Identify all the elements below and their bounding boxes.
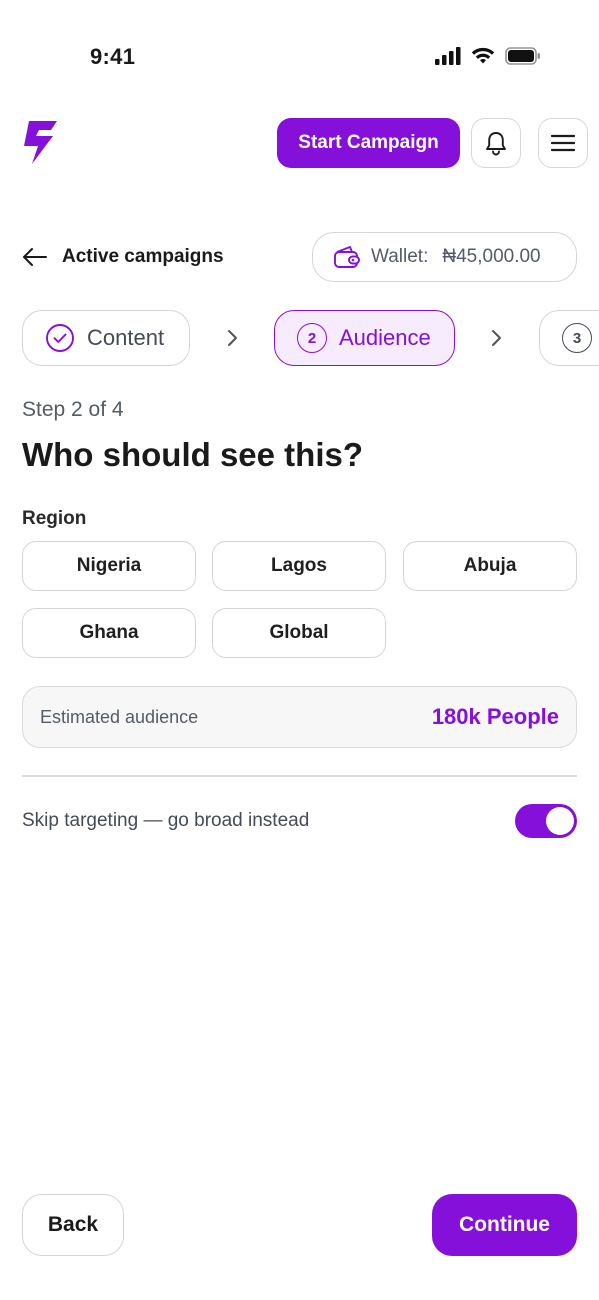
wallet-balance[interactable]: Wallet: ₦45,000.00 <box>312 232 577 282</box>
notifications-button[interactable] <box>471 118 521 168</box>
region-chip-global[interactable]: Global <box>212 608 386 658</box>
step-audience-label: Audience <box>339 325 431 350</box>
estimated-audience-value: 180k People <box>431 704 559 729</box>
menu-button[interactable] <box>538 118 588 168</box>
wallet-icon <box>334 246 360 268</box>
check-circle-icon <box>46 324 74 352</box>
arrow-left-icon <box>23 248 47 266</box>
menu-icon <box>551 134 575 152</box>
estimated-audience-label: Estimated audience <box>40 706 199 727</box>
active-campaigns-label: Active campaigns <box>62 246 224 267</box>
status-icons <box>435 47 541 65</box>
bell-icon <box>486 132 506 156</box>
step-audience[interactable]: 2 Audience <box>274 310 455 366</box>
wallet-label: Wallet: <box>371 246 429 267</box>
wallet-amount: ₦45,000.00 <box>442 246 541 267</box>
skip-targeting-toggle[interactable] <box>515 804 577 838</box>
step-indicator: Step 2 of 4 <box>22 398 124 421</box>
continue-button[interactable]: Continue <box>432 1194 577 1256</box>
step-content-label: Content <box>87 325 165 350</box>
region-chip-ghana[interactable]: Ghana <box>22 608 196 658</box>
top-bar: Start Campaign <box>22 117 588 169</box>
wifi-icon <box>471 47 495 64</box>
region-chip-nigeria[interactable]: Nigeria <box>22 541 196 591</box>
step-three[interactable]: 3 <box>539 310 599 366</box>
step-content[interactable]: Content <box>22 310 190 366</box>
nav-row: Active campaigns Wallet: ₦45,000.00 <box>22 232 577 282</box>
signal-icon <box>435 47 461 65</box>
chevron-right-icon <box>492 330 501 346</box>
page-title: Who should see this? <box>22 436 364 473</box>
region-label: Region <box>22 508 87 529</box>
skip-targeting-row: Skip targeting — go broad instead <box>22 804 577 840</box>
start-campaign-button[interactable]: Start Campaign <box>277 118 460 168</box>
logo-bolt-icon[interactable] <box>22 119 60 165</box>
active-campaigns-link[interactable]: Active campaigns <box>22 232 224 282</box>
status-bar: 9:41 <box>0 0 599 100</box>
divider <box>22 775 577 777</box>
toggle-knob <box>546 807 574 835</box>
region-chip-lagos[interactable]: Lagos <box>212 541 386 591</box>
region-chip-abuja[interactable]: Abuja <box>403 541 577 591</box>
stepper: Content 2 Audience 3 <box>22 310 599 366</box>
back-button[interactable]: Back <box>22 1194 124 1256</box>
skip-targeting-label: Skip targeting — go broad instead <box>22 810 310 831</box>
step-three-number: 3 <box>562 323 592 353</box>
estimated-audience-card: Estimated audience 180k People <box>22 686 577 748</box>
step-audience-number: 2 <box>297 323 327 353</box>
status-time: 9:41 <box>90 44 136 69</box>
chevron-right-icon <box>228 330 237 346</box>
battery-icon <box>505 47 540 65</box>
